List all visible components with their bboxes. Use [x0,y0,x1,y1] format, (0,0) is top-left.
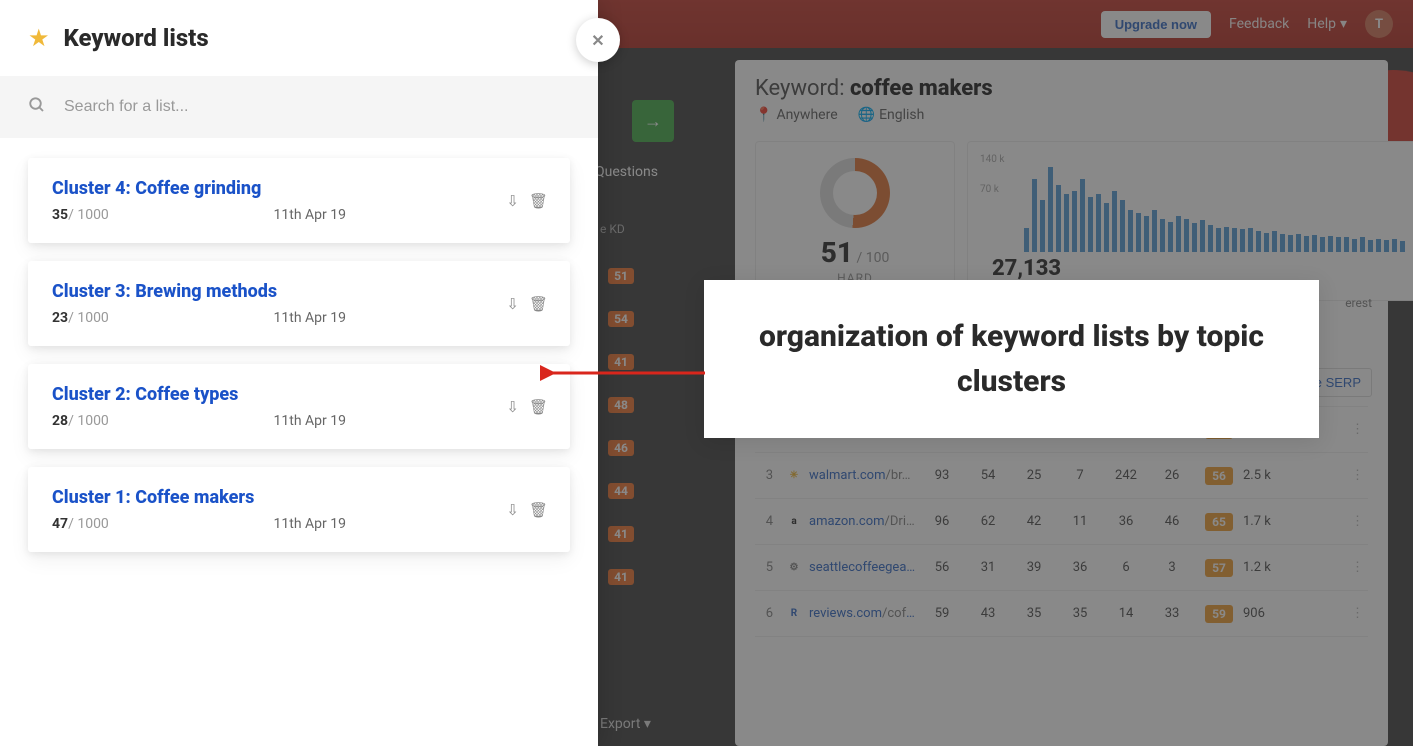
trash-icon[interactable]: 🗑 [529,192,548,210]
keyword-lists-panel: ★ Keyword lists ✕ Cluster 4: Coffee grin… [0,0,598,746]
list-actions: ⇩🗑 [506,192,548,210]
list-name[interactable]: Cluster 4: Coffee grinding [52,178,546,199]
download-icon[interactable]: ⇩ [506,501,519,519]
list-name[interactable]: Cluster 1: Coffee makers [52,487,546,508]
download-icon[interactable]: ⇩ [506,398,519,416]
annotation-arrow [540,364,710,382]
list-max: / 1000 [68,516,109,532]
search-input[interactable] [64,98,570,116]
list-meta: 47 / 1000 11th Apr 19 [52,516,546,532]
list-date: 11th Apr 19 [274,413,546,429]
list-name[interactable]: Cluster 2: Coffee types [52,384,546,405]
list-date: 11th Apr 19 [274,516,546,532]
annotation-callout: organization of keyword lists by topic c… [704,280,1319,438]
list-actions: ⇩🗑 [506,295,548,313]
close-icon: ✕ [591,31,604,50]
panel-title: Keyword lists [64,24,209,52]
list-max: / 1000 [68,413,109,429]
download-icon[interactable]: ⇩ [506,192,519,210]
list-count: 28 [52,413,68,429]
list-count: 35 [52,207,68,223]
list-count: 23 [52,310,68,326]
star-icon: ★ [28,24,50,52]
list-count: 47 [52,516,68,532]
trash-icon[interactable]: 🗑 [529,398,548,416]
list-date: 11th Apr 19 [274,310,546,326]
list-date: 11th Apr 19 [274,207,546,223]
list-name[interactable]: Cluster 3: Brewing methods [52,281,546,302]
trash-icon[interactable]: 🗑 [529,501,548,519]
list-meta: 28 / 1000 11th Apr 19 [52,413,546,429]
search-icon [28,96,46,119]
list-max: / 1000 [68,207,109,223]
list-card[interactable]: Cluster 2: Coffee types 28 / 1000 11th Apr… [28,364,570,449]
search-bar [0,76,598,138]
download-icon[interactable]: ⇩ [506,295,519,313]
list-actions: ⇩🗑 [506,398,548,416]
list-actions: ⇩🗑 [506,501,548,519]
list-card[interactable]: Cluster 4: Coffee grinding 35 / 1000 11th … [28,158,570,243]
lists-container: Cluster 4: Coffee grinding 35 / 1000 11th … [0,138,598,572]
trash-icon[interactable]: 🗑 [529,295,548,313]
list-card[interactable]: Cluster 3: Brewing methods 23 / 1000 11th … [28,261,570,346]
list-card[interactable]: Cluster 1: Coffee makers 47 / 1000 11th Ap… [28,467,570,552]
annotation-text: organization of keyword lists by topic c… [744,314,1279,404]
list-meta: 35 / 1000 11th Apr 19 [52,207,546,223]
list-meta: 23 / 1000 11th Apr 19 [52,310,546,326]
close-button[interactable]: ✕ [576,18,620,62]
list-max: / 1000 [68,310,109,326]
